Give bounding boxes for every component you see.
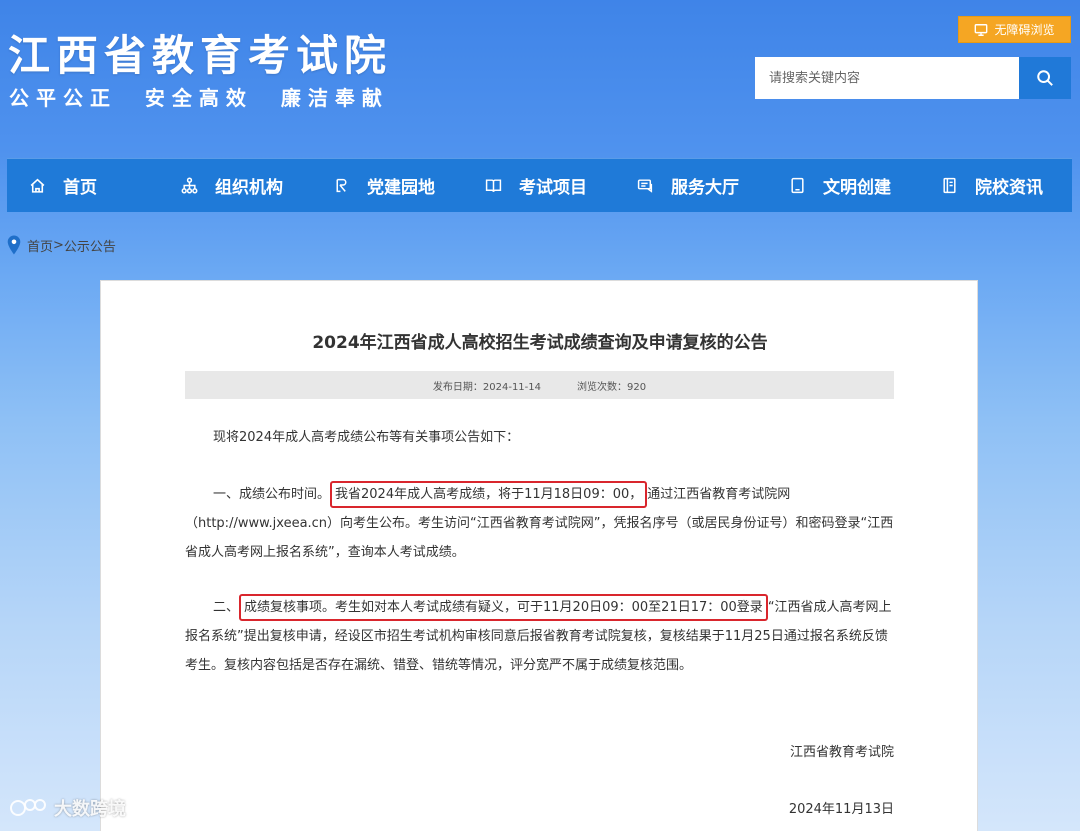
accessibility-button[interactable]: 无障碍浏览 <box>958 16 1071 43</box>
article-signature: 江西省教育考试院 <box>789 745 894 760</box>
breadcrumb: 首页 > 公示公告 <box>7 235 116 255</box>
org-chart-icon <box>181 177 198 194</box>
intro-text: 现将2024年成人高考成绩公布等有关事项公告如下： <box>213 430 520 445</box>
p1-prefix: 一、成绩公布时间。 <box>213 487 331 502</box>
article-title: 2024年江西省成人高校招生考试成绩查询及申请复核的公告 <box>312 333 768 353</box>
view-count-value: 920 <box>627 381 647 393</box>
watermark-text: 大数跨境 <box>54 799 126 820</box>
nav-item-exams[interactable]: 考试项目 <box>485 159 637 213</box>
monitor-icon <box>975 23 988 36</box>
article-paragraph-1: 一、成绩公布时间。 我省2024年成人高考成绩，将于11月18日09：00， 通过江… <box>185 480 897 567</box>
home-icon <box>30 178 45 193</box>
article-intro: 现将2024年成人高考成绩公布等有关事项公告如下： <box>185 423 897 452</box>
book-icon <box>485 179 502 193</box>
publish-date: 发布日期：2024-11-14 <box>433 378 541 393</box>
nav-item-label: 党建园地 <box>367 178 435 198</box>
service-icon <box>637 179 653 193</box>
view-count: 浏览次数：920 <box>577 378 646 393</box>
breadcrumb-current-link[interactable]: 公示公告 <box>64 236 116 255</box>
watermark-logo-icon <box>10 799 46 816</box>
publish-date-value: 2024-11-14 <box>482 381 542 393</box>
article-meta-bar: 发布日期：2024-11-14 浏览次数：920 <box>185 371 894 399</box>
breadcrumb-separator: > <box>53 237 64 253</box>
nav-item-organization[interactable]: 组织机构 <box>181 159 333 213</box>
nav-item-label: 首页 <box>63 178 97 198</box>
article-card: 2024年江西省成人高校招生考试成绩查询及申请复核的公告 发布日期：2024-1… <box>100 280 978 831</box>
main-nav: 首页 组织机构 党建园地 考试项目 服务大厅 文明创建 院校资讯 <box>7 158 1072 212</box>
highlight-box-release-time: 我省2024年成人高考成绩，将于11月18日09：00， <box>330 481 648 508</box>
nav-item-label: 文明创建 <box>823 178 891 198</box>
nav-item-civilization[interactable]: 文明创建 <box>789 159 941 213</box>
site-slogan: 公平公正 安全高效 廉洁奉献 <box>9 86 389 110</box>
search-button[interactable] <box>1019 57 1071 99</box>
document-icon <box>943 177 956 194</box>
view-count-label: 浏览次数： <box>577 381 628 393</box>
nav-item-home[interactable]: 首页 <box>29 159 181 213</box>
highlight-box-review: 成绩复核事项。考生如对本人考试成绩有疑义，可于11月20日09：00至21日17… <box>239 594 768 621</box>
party-icon <box>336 178 347 193</box>
site-title: 江西省教育考试院 <box>8 31 393 80</box>
nav-item-label: 考试项目 <box>519 178 587 198</box>
article-sign-date: 2024年11月13日 <box>788 802 894 817</box>
search-icon <box>1037 70 1053 86</box>
publish-date-label: 发布日期： <box>432 381 483 393</box>
nav-item-party[interactable]: 党建园地 <box>333 159 485 213</box>
tablet-icon <box>791 177 804 194</box>
search-input[interactable] <box>755 57 1019 99</box>
nav-item-label: 院校资讯 <box>975 178 1043 198</box>
nav-item-services[interactable]: 服务大厅 <box>637 159 789 213</box>
search-box <box>755 57 1071 99</box>
watermark: 大数跨境 <box>8 795 126 821</box>
location-pin-icon <box>7 235 21 255</box>
nav-item-label: 组织机构 <box>215 178 283 198</box>
p2-prefix: 二、 <box>213 600 240 615</box>
breadcrumb-home-link[interactable]: 首页 <box>27 236 53 255</box>
accessibility-label: 无障碍浏览 <box>994 23 1055 37</box>
nav-item-college-news[interactable]: 院校资讯 <box>941 159 1071 213</box>
nav-item-label: 服务大厅 <box>671 178 739 198</box>
article-paragraph-2: 二、 成绩复核事项。考生如对本人考试成绩有疑义，可于11月20日09：00至21日… <box>185 593 897 680</box>
